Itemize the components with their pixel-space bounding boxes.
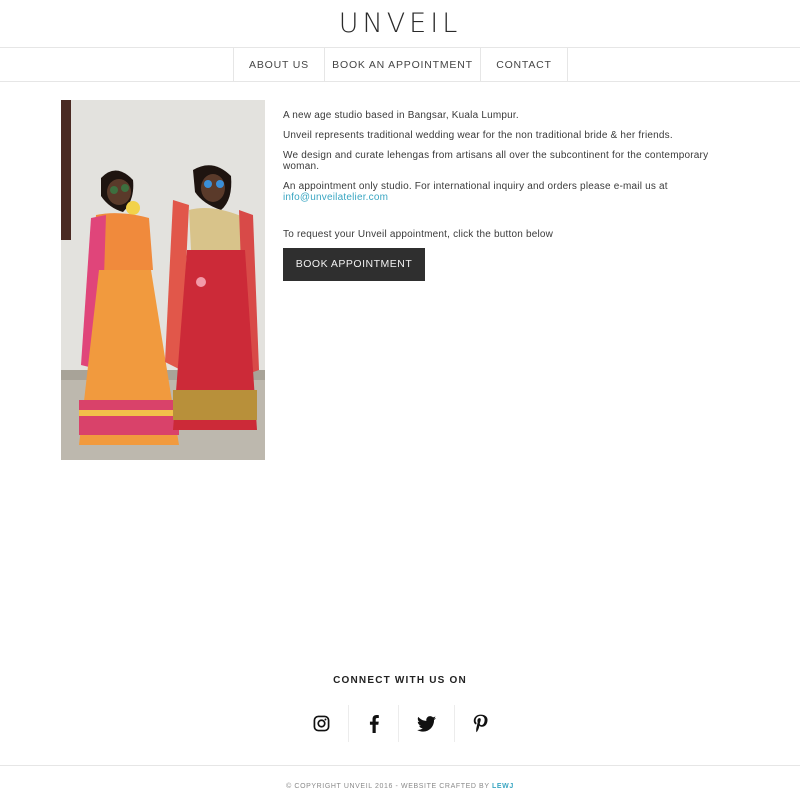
instagram-link[interactable] — [295, 705, 348, 742]
pinterest-icon — [473, 714, 488, 733]
nav-item-contact[interactable]: CONTACT — [480, 48, 568, 81]
nav-item-about-us[interactable]: ABOUT US — [233, 48, 324, 81]
instagram-icon — [313, 715, 330, 732]
site-logo[interactable]: UNVEIL — [0, 8, 800, 40]
design-paragraph: We design and curate lehengas from artis… — [283, 150, 709, 172]
represents-paragraph: Unveil represents traditional wedding we… — [283, 130, 673, 141]
twitter-link[interactable] — [398, 705, 454, 742]
nav-items: ABOUT US BOOK AN APPOINTMENT CONTACT — [233, 48, 568, 81]
email-link[interactable]: info@unveilatelier.com — [283, 192, 388, 203]
site-header: UNVEIL — [0, 0, 800, 48]
nav-item-book-appointment[interactable]: BOOK AN APPOINTMENT — [324, 48, 480, 81]
facebook-icon — [369, 715, 379, 733]
two-women-in-lehengas-photo — [61, 100, 265, 460]
credit-link[interactable]: LEWJ — [492, 783, 514, 790]
site-footer: © COPYRIGHT UNVEIL 2016 - WEBSITE CRAFTE… — [0, 765, 800, 800]
intro-paragraph: A new age studio based in Bangsar, Kuala… — [283, 110, 519, 121]
about-content: A new age studio based in Bangsar, Kuala… — [283, 110, 733, 281]
request-text: To request your Unveil appointment, clic… — [283, 229, 554, 240]
facebook-link[interactable] — [348, 705, 398, 742]
pinterest-link[interactable] — [454, 705, 506, 742]
studio-photo — [61, 100, 265, 460]
social-links — [295, 705, 506, 742]
appointment-paragraph: An appointment only studio. For internat… — [283, 181, 733, 203]
book-appointment-button[interactable]: BOOK APPOINTMENT — [283, 248, 425, 281]
main-nav: ABOUT US BOOK AN APPOINTMENT CONTACT — [0, 48, 800, 82]
connect-title: CONNECT WITH US ON — [333, 675, 467, 686]
twitter-icon — [417, 715, 436, 732]
footer-copyright: © COPYRIGHT UNVEIL 2016 - WEBSITE CRAFTE… — [0, 783, 800, 790]
copyright-text: © COPYRIGHT UNVEIL 2016 - WEBSITE CRAFTE… — [286, 783, 490, 790]
appointment-text: An appointment only studio. For internat… — [283, 181, 668, 192]
